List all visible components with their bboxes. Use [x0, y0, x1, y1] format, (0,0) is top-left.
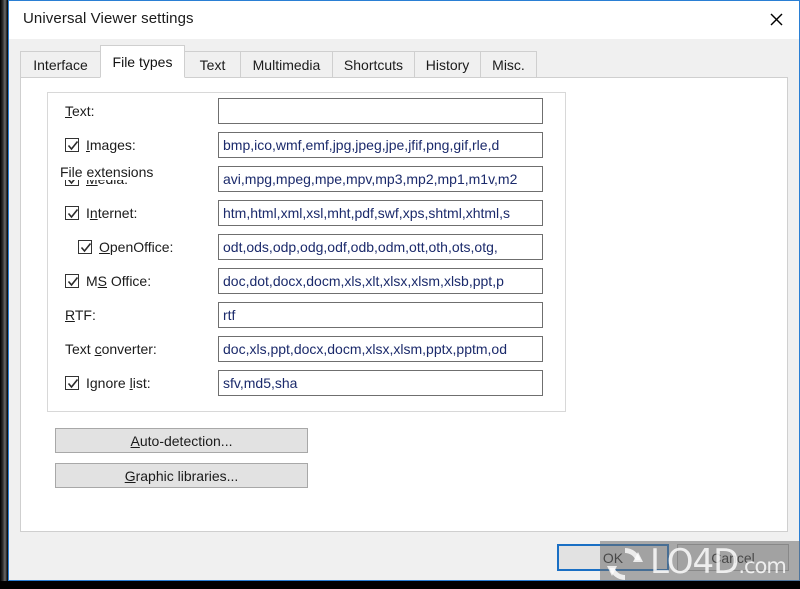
cancel-button[interactable]: Cancel — [677, 544, 789, 571]
label-text: Internet: — [86, 205, 138, 221]
extension-label-rtf: RTF: — [65, 301, 96, 329]
window-title: Universal Viewer settings — [23, 10, 194, 27]
tab-misc[interactable]: Misc. — [480, 51, 537, 78]
check-icon — [67, 277, 79, 287]
tab-strip: Interface File types Text Multimedia Shortcu… — [20, 43, 788, 78]
close-icon[interactable] — [753, 1, 799, 38]
label-text: Text converter: — [65, 341, 157, 357]
checkbox-internet[interactable] — [65, 206, 79, 220]
checkbox-images[interactable] — [65, 138, 79, 152]
extension-input-ignore-list[interactable]: sfv,md5,sha — [218, 370, 543, 396]
extension-input-images[interactable]: bmp,ico,wmf,emf,jpg,jpeg,jpe,jfif,png,gi… — [218, 132, 543, 158]
check-icon — [67, 379, 79, 389]
tab-file-types[interactable]: File types — [100, 45, 185, 78]
title-bar: Universal Viewer settings — [9, 1, 799, 39]
extension-label-openoffice[interactable]: OpenOffice: — [78, 233, 173, 261]
screen-bottom-strip — [0, 581, 800, 589]
extension-input-ms-office[interactable]: doc,dot,docx,docm,xls,xlt,xlsx,xlsm,xlsb… — [218, 268, 543, 294]
window-left-shadow — [0, 0, 8, 589]
check-icon — [80, 243, 92, 253]
label-text: Ignore list: — [86, 375, 151, 391]
extension-row-ms-office: MS Office: doc,dot,docx,docm,xls,xlt,xlsx… — [21, 267, 787, 295]
label-text: Images: — [86, 137, 136, 153]
extension-row-images: Images: bmp,ico,wmf,emf,jpg,jpeg,jpe,jfif… — [21, 131, 787, 159]
extension-input-internet[interactable]: htm,html,xml,xsl,mht,pdf,swf,xps,shtml,x… — [218, 200, 543, 226]
extension-input-openoffice[interactable]: odt,ods,odp,odg,odf,odb,odm,ott,oth,ots,… — [218, 234, 543, 260]
label-text: Text: — [65, 103, 95, 119]
checkbox-openoffice[interactable] — [78, 240, 92, 254]
graphic-libraries-button[interactable]: Graphic libraries... — [55, 463, 308, 488]
extension-label-images[interactable]: Images: — [65, 131, 136, 159]
settings-dialog-window: Universal Viewer settings Interface File … — [8, 0, 800, 581]
tab-shortcuts[interactable]: Shortcuts — [332, 51, 415, 78]
extension-input-text[interactable] — [218, 98, 543, 124]
label-text: OpenOffice: — [99, 239, 174, 255]
button-label: Auto-detection... — [130, 432, 233, 449]
extension-label-text: Text: — [65, 97, 95, 125]
extension-row-text: Text: — [21, 97, 787, 125]
extension-row-internet: Internet: htm,html,xml,xsl,mht,pdf,swf,xp… — [21, 199, 787, 227]
check-icon — [67, 209, 79, 219]
extension-label-ms-office[interactable]: MS Office: — [65, 267, 151, 295]
tab-interface[interactable]: Interface — [20, 51, 101, 78]
checkbox-ignore-list[interactable] — [65, 376, 79, 390]
tab-label: History — [425, 57, 470, 73]
tab-text[interactable]: Text — [184, 51, 241, 78]
tab-label: Interface — [33, 57, 88, 73]
extension-input-media[interactable]: avi,mpg,mpeg,mpe,mpv,mp3,mp2,mp1,m1v,m2 — [218, 166, 543, 192]
extension-label-internet[interactable]: Internet: — [65, 199, 137, 227]
label-text: MS Office: — [86, 273, 152, 289]
extension-row-ignore-list: Ignore list: sfv,md5,sha — [21, 369, 787, 397]
tab-label: Text — [199, 57, 226, 73]
tab-history[interactable]: History — [414, 51, 481, 78]
ok-button[interactable]: OK — [557, 544, 669, 571]
extension-label-ignore-list[interactable]: Ignore list: — [65, 369, 151, 397]
file-extensions-legend: File extensions — [57, 164, 158, 180]
tab-label: Shortcuts — [343, 57, 404, 73]
extension-row-text-converter: Text converter: doc,xls,ppt,docx,docm,xls… — [21, 335, 787, 363]
extension-input-rtf[interactable]: rtf — [218, 302, 543, 328]
tab-label: Misc. — [492, 57, 525, 73]
tab-label: Multimedia — [252, 57, 321, 73]
button-label: Graphic libraries... — [124, 467, 239, 484]
label-text: RTF: — [65, 307, 96, 323]
extension-row-rtf: RTF: rtf — [21, 301, 787, 329]
screenshot-root: Universal Viewer settings Interface File … — [0, 0, 800, 589]
tab-label: File types — [112, 53, 173, 70]
checkbox-ms-office[interactable] — [65, 274, 79, 288]
extension-label-text-converter: Text converter: — [65, 335, 157, 363]
tab-multimedia[interactable]: Multimedia — [240, 51, 333, 78]
auto-detection-button[interactable]: Auto-detection... — [55, 428, 308, 453]
check-icon — [67, 141, 79, 151]
extension-input-text-converter[interactable]: doc,xls,ppt,docx,docm,xlsx,xlsm,pptx,ppt… — [218, 336, 543, 362]
tab-panel-file-types: File extensions Text: Images: bmp,ico,wmf,… — [20, 77, 788, 532]
extension-row-openoffice: OpenOffice: odt,ods,odp,odg,odf,odb,odm,o… — [21, 233, 787, 261]
